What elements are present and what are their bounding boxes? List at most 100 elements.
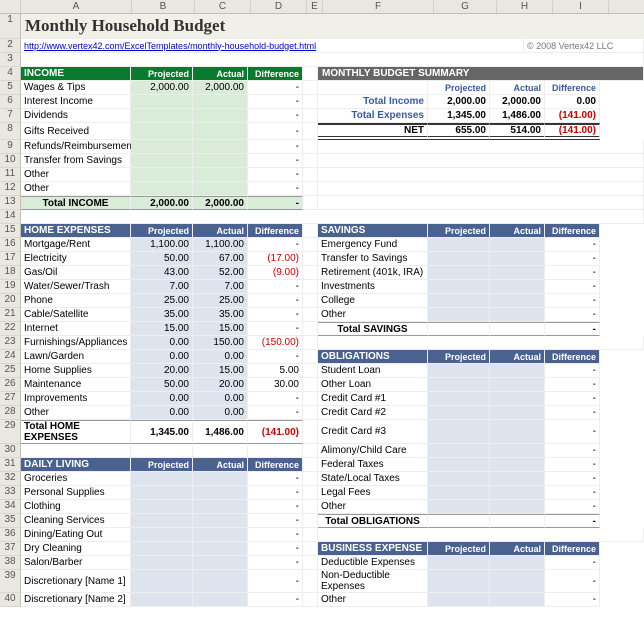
cell-actual[interactable] <box>490 420 545 444</box>
total-actual[interactable] <box>490 514 545 528</box>
col-difference[interactable]: Difference <box>248 458 303 472</box>
cell[interactable] <box>303 168 318 182</box>
cell-difference[interactable]: (9.00) <box>248 266 303 280</box>
cell-actual[interactable] <box>490 406 545 420</box>
cell-actual[interactable] <box>490 593 545 607</box>
total-projected[interactable]: 2,000.00 <box>131 196 193 210</box>
cell-projected[interactable]: 50.00 <box>131 378 193 392</box>
cell-difference[interactable]: - <box>545 472 600 486</box>
row-header[interactable]: 7 <box>0 109 21 123</box>
cell[interactable] <box>303 308 318 322</box>
cell[interactable] <box>21 444 131 458</box>
col-actual[interactable]: Actual <box>193 67 248 81</box>
row-label[interactable]: Legal Fees <box>318 486 428 500</box>
row-label[interactable]: Furnishings/Appliances <box>21 336 131 350</box>
row-label[interactable]: Salon/Barber <box>21 556 131 570</box>
cell-difference[interactable]: - <box>248 500 303 514</box>
cell[interactable] <box>303 500 318 514</box>
cell[interactable] <box>303 224 318 238</box>
row-header[interactable]: 40 <box>0 593 21 607</box>
cell[interactable] <box>248 444 303 458</box>
cell[interactable] <box>303 472 318 486</box>
row-label[interactable]: Discretionary [Name 2] <box>21 593 131 607</box>
cell-projected[interactable] <box>428 500 490 514</box>
cell-difference[interactable]: - <box>545 294 600 308</box>
row-label[interactable]: Refunds/Reimbursements <box>21 140 131 154</box>
cell[interactable] <box>303 378 318 392</box>
cell-actual[interactable] <box>193 472 248 486</box>
row-header[interactable]: 36 <box>0 528 21 542</box>
cell-projected[interactable]: 35.00 <box>131 308 193 322</box>
cell-actual[interactable] <box>490 500 545 514</box>
col-actual[interactable]: Actual <box>193 458 248 472</box>
cell-projected[interactable] <box>428 364 490 378</box>
cell[interactable] <box>303 350 318 364</box>
row-header[interactable]: 15 <box>0 224 21 238</box>
row-header[interactable]: 26 <box>0 378 21 392</box>
row-header[interactable]: 35 <box>0 514 21 528</box>
section-header[interactable]: OBLIGATIONS <box>318 350 428 364</box>
cell[interactable] <box>303 528 318 542</box>
row-header[interactable]: 32 <box>0 472 21 486</box>
cell[interactable] <box>21 210 644 224</box>
cell-actual[interactable]: 150.00 <box>193 336 248 350</box>
cell-actual[interactable] <box>193 500 248 514</box>
cell-difference[interactable]: 5.00 <box>248 364 303 378</box>
cell-difference[interactable]: - <box>545 238 600 252</box>
row-header[interactable]: 14 <box>0 210 21 224</box>
cell-projected[interactable] <box>131 109 193 123</box>
cell-projected[interactable] <box>428 392 490 406</box>
cell-difference[interactable]: - <box>545 266 600 280</box>
cell-difference[interactable]: - <box>248 322 303 336</box>
cell-difference[interactable]: - <box>248 81 303 95</box>
row-header[interactable]: 6 <box>0 95 21 109</box>
section-header[interactable]: DAILY LIVING <box>21 458 131 472</box>
cell-actual[interactable] <box>193 593 248 607</box>
cell-difference[interactable]: - <box>248 294 303 308</box>
col-header[interactable]: H <box>497 0 553 13</box>
cell[interactable] <box>318 182 644 196</box>
cell-actual[interactable] <box>193 528 248 542</box>
col-header[interactable]: G <box>434 0 497 13</box>
col-header[interactable]: F <box>323 0 434 13</box>
row-label[interactable]: Dining/Eating Out <box>21 528 131 542</box>
cell-difference[interactable]: - <box>248 308 303 322</box>
row-header[interactable]: 22 <box>0 322 21 336</box>
cell-difference[interactable]: - <box>248 154 303 168</box>
row-label[interactable]: College <box>318 294 428 308</box>
row-label[interactable]: Gifts Received <box>21 123 131 140</box>
row-header[interactable]: 9 <box>0 140 21 154</box>
cell-difference[interactable]: - <box>248 528 303 542</box>
cell-projected[interactable]: 0.00 <box>131 392 193 406</box>
row-header[interactable]: 18 <box>0 266 21 280</box>
cell-difference[interactable]: (150.00) <box>248 336 303 350</box>
total-difference[interactable]: - <box>545 322 600 336</box>
col-difference[interactable]: Difference <box>248 67 303 81</box>
row-label[interactable]: Alimony/Child Care <box>318 444 428 458</box>
cell-difference[interactable]: - <box>248 140 303 154</box>
cell-projected[interactable] <box>131 140 193 154</box>
cell[interactable] <box>303 406 318 420</box>
row-header[interactable]: 39 <box>0 570 21 593</box>
cell[interactable] <box>303 154 318 168</box>
cell[interactable] <box>303 196 318 210</box>
cell-difference[interactable]: - <box>545 308 600 322</box>
cell-projected[interactable] <box>131 182 193 196</box>
cell-projected[interactable]: 0.00 <box>131 350 193 364</box>
cell-projected[interactable]: 0.00 <box>131 336 193 350</box>
cell-actual[interactable] <box>490 378 545 392</box>
cell-actual[interactable] <box>193 109 248 123</box>
cell-actual[interactable]: 20.00 <box>193 378 248 392</box>
row-label[interactable]: Retirement (401k, IRA) <box>318 266 428 280</box>
cell-projected[interactable] <box>131 95 193 109</box>
col-header[interactable]: C <box>195 0 251 13</box>
cell-actual[interactable]: 67.00 <box>193 252 248 266</box>
row-header[interactable]: 16 <box>0 238 21 252</box>
row-header[interactable]: 23 <box>0 336 21 350</box>
cell[interactable] <box>318 81 428 95</box>
cell-projected[interactable] <box>131 593 193 607</box>
col-projected[interactable]: Projected <box>428 350 490 364</box>
cell-projected[interactable] <box>428 266 490 280</box>
cell-projected[interactable] <box>428 420 490 444</box>
col-header[interactable]: D <box>251 0 307 13</box>
